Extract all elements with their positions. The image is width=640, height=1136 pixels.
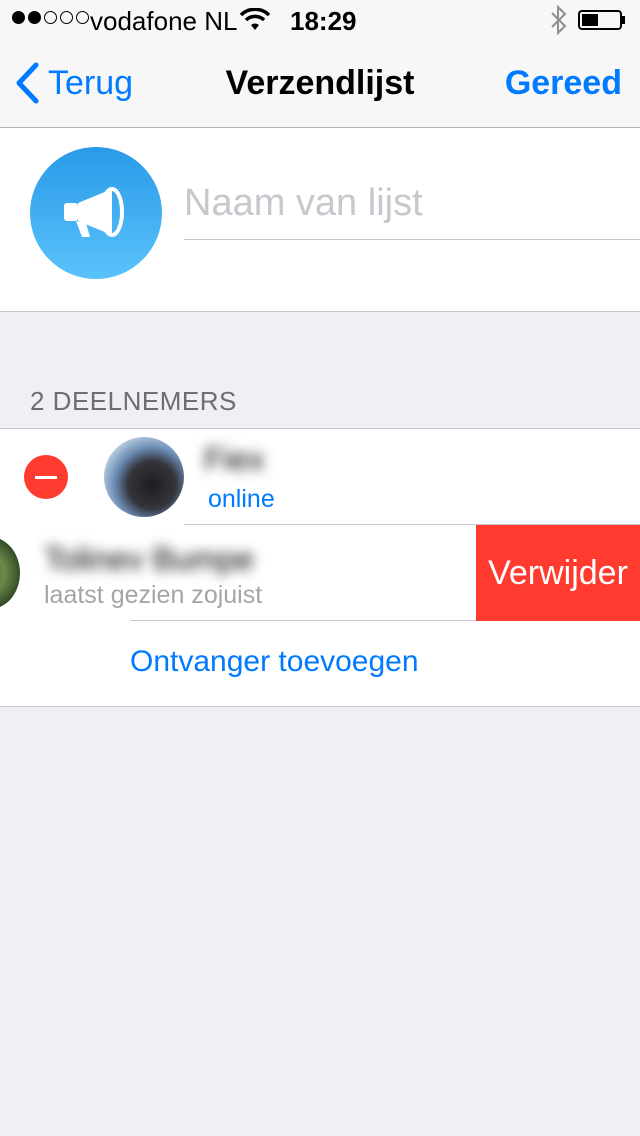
clock: 18:29 <box>290 6 357 36</box>
list-item[interactable]: Tolinev Bumpe laatst gezien zojuist Verw… <box>0 525 640 621</box>
battery-icon <box>578 10 622 30</box>
add-recipient-button[interactable]: Ontvanger toevoegen <box>130 645 419 679</box>
avatar <box>104 437 184 517</box>
bluetooth-icon <box>550 4 568 42</box>
signal-strength-icon <box>12 11 89 24</box>
remove-participant-button[interactable] <box>24 455 68 499</box>
status-bar: vodafone NL 18:29 <box>0 0 640 40</box>
participants-header: 2 DEELNEMERS <box>30 386 237 416</box>
participant-name: Tolinev Bumpe <box>44 541 254 577</box>
wifi-icon <box>239 7 271 39</box>
participant-status: online <box>208 485 275 513</box>
row-divider <box>130 620 476 621</box>
done-button[interactable]: Gereed <box>505 64 622 103</box>
navigation-bar: Terug Verzendlijst Gereed <box>0 40 640 128</box>
list-item[interactable]: Fiex online <box>0 429 640 525</box>
carrier-name: vodafone NL <box>90 6 238 36</box>
list-avatar[interactable] <box>30 147 162 279</box>
battery-cap <box>622 16 625 24</box>
participants-list: Fiex online Tolinev Bumpe laatst gezien … <box>0 428 640 707</box>
participant-status: laatst gezien zojuist <box>44 581 263 609</box>
list-name-section <box>0 128 640 312</box>
megaphone-icon <box>64 187 124 237</box>
avatar <box>0 537 20 609</box>
participant-name: Fiex <box>204 441 265 477</box>
delete-button[interactable]: Verwijder <box>476 525 640 621</box>
list-name-input[interactable] <box>184 168 640 240</box>
